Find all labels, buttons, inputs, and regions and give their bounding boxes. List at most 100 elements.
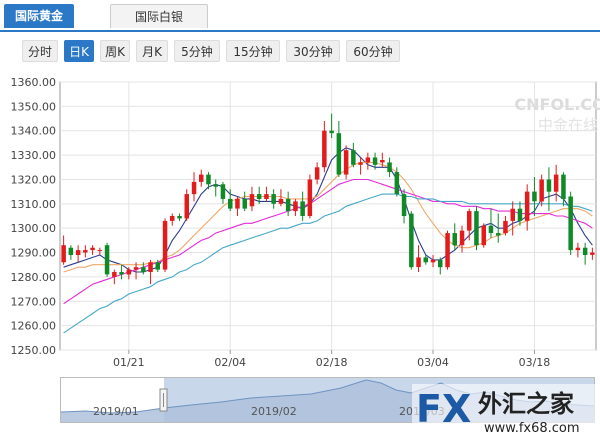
- candle-body: [372, 157, 378, 165]
- candle-body: [307, 179, 313, 216]
- candle-body: [517, 208, 523, 221]
- x-tick-label: 03/04: [417, 356, 449, 369]
- candle-body: [235, 198, 240, 209]
- y-tick-label: 1250.00: [11, 344, 57, 357]
- candle-body: [155, 262, 160, 270]
- x-axis: 01/2102/0402/1803/0403/1804/01: [113, 350, 551, 369]
- candle-body: [343, 150, 349, 175]
- candle-body: [97, 250, 103, 252]
- candle-body: [510, 208, 515, 221]
- watermark-top: CNFOL.COM: [514, 95, 600, 114]
- moving-averages: [63, 147, 593, 334]
- period-daily-button[interactable]: 日K: [64, 40, 94, 62]
- candle-body: [141, 267, 146, 273]
- candle-body: [387, 162, 392, 173]
- candle-body: [423, 257, 428, 263]
- candle-body: [199, 174, 204, 182]
- candle-body: [582, 247, 588, 255]
- plot-frame: [59, 81, 597, 351]
- navigator-label-jan: 2019/01: [93, 405, 139, 418]
- candle-body: [452, 233, 457, 246]
- candle-body: [365, 157, 371, 163]
- candle-body: [445, 233, 450, 268]
- candle-body: [112, 272, 117, 277]
- y-tick-label: 1270.00: [11, 295, 57, 308]
- candle-body: [351, 150, 356, 165]
- logo-url: www.fx68.com: [484, 421, 580, 436]
- period-minute-button[interactable]: 分时: [22, 40, 58, 62]
- candle-body: [300, 201, 305, 216]
- logo-name: 外汇之家: [478, 390, 574, 418]
- period-30min-button[interactable]: 30分钟: [286, 40, 340, 62]
- candle-body: [75, 250, 81, 255]
- candle-body: [90, 247, 95, 251]
- candle-body: [380, 160, 385, 163]
- period-monthly-button[interactable]: 月K: [136, 40, 168, 62]
- candle-body: [314, 167, 320, 180]
- candle-body: [459, 230, 465, 246]
- candle-body: [409, 213, 414, 268]
- candle-body: [162, 220, 168, 270]
- y-tick-label: 1300.00: [11, 222, 57, 235]
- candle-body: [133, 267, 139, 270]
- candle-body: [539, 179, 544, 202]
- candle-body: [213, 184, 218, 187]
- period-60min-button[interactable]: 60分钟: [346, 40, 400, 62]
- y-tick-label: 1310.00: [11, 198, 57, 211]
- x-tick-label: 03/18: [519, 356, 551, 369]
- candle-body: [329, 130, 334, 134]
- y-tick-label: 1330.00: [11, 149, 57, 162]
- candle-body: [228, 198, 233, 209]
- period-weekly-button[interactable]: 周K: [100, 40, 130, 62]
- candle-body: [170, 216, 175, 221]
- candle-body: [590, 252, 595, 255]
- tab-gold[interactable]: 国际黄金: [4, 4, 74, 28]
- candle-body: [285, 198, 291, 212]
- candle-body: [249, 194, 255, 207]
- x-tick-label: 01/21: [113, 356, 145, 369]
- candle-body: [256, 194, 262, 199]
- navigator-label-feb: 2019/02: [251, 405, 297, 418]
- logo-mark: FX: [416, 387, 471, 431]
- candle-body: [430, 259, 436, 263]
- candle-body: [220, 184, 226, 199]
- period-5min-button[interactable]: 5分钟: [174, 40, 220, 62]
- x-tick-label: 02/04: [214, 356, 246, 369]
- watermark: CNFOL.COM 中金在线: [514, 95, 600, 134]
- candle-body: [206, 174, 211, 185]
- y-tick-label: 1320.00: [11, 173, 57, 186]
- candle-body: [336, 133, 342, 175]
- candle-body: [61, 245, 66, 263]
- candle-body: [322, 130, 327, 168]
- candle-body: [467, 211, 472, 231]
- candle-body: [394, 172, 400, 194]
- candle-body: [575, 247, 581, 251]
- candle-body: [119, 272, 124, 275]
- candle-body: [546, 179, 552, 192]
- candle-body: [524, 191, 530, 221]
- candle-body: [271, 194, 276, 204]
- candle-body: [474, 211, 479, 246]
- candle-body: [278, 198, 284, 204]
- y-tick-label: 1290.00: [11, 247, 57, 260]
- candle-body: [177, 216, 182, 219]
- period-15min-button[interactable]: 15分钟: [226, 40, 280, 62]
- candle-body: [401, 194, 407, 216]
- y-tick-label: 1350.00: [11, 100, 57, 113]
- candle-body: [553, 174, 559, 192]
- candle-body: [416, 257, 421, 268]
- y-tick-label: 1280.00: [11, 271, 57, 284]
- candle-body: [496, 233, 501, 236]
- y-tick-label: 1340.00: [11, 125, 57, 138]
- y-tick-label: 1260.00: [11, 320, 57, 333]
- candle-body: [561, 174, 566, 199]
- candle-body: [568, 196, 573, 251]
- candle-body: [438, 259, 443, 268]
- candle-body: [184, 194, 189, 219]
- y-tick-label: 1360.00: [11, 76, 57, 89]
- candlestick-chart: CNFOL.COM 中金在线 1250.00 1260.00 1270.00 1280…: [11, 76, 600, 369]
- tab-bar: 国际黄金 国际白银: [0, 0, 600, 32]
- candle-body: [481, 225, 486, 246]
- candle-body: [264, 194, 269, 199]
- tab-silver[interactable]: 国际白银: [110, 4, 208, 28]
